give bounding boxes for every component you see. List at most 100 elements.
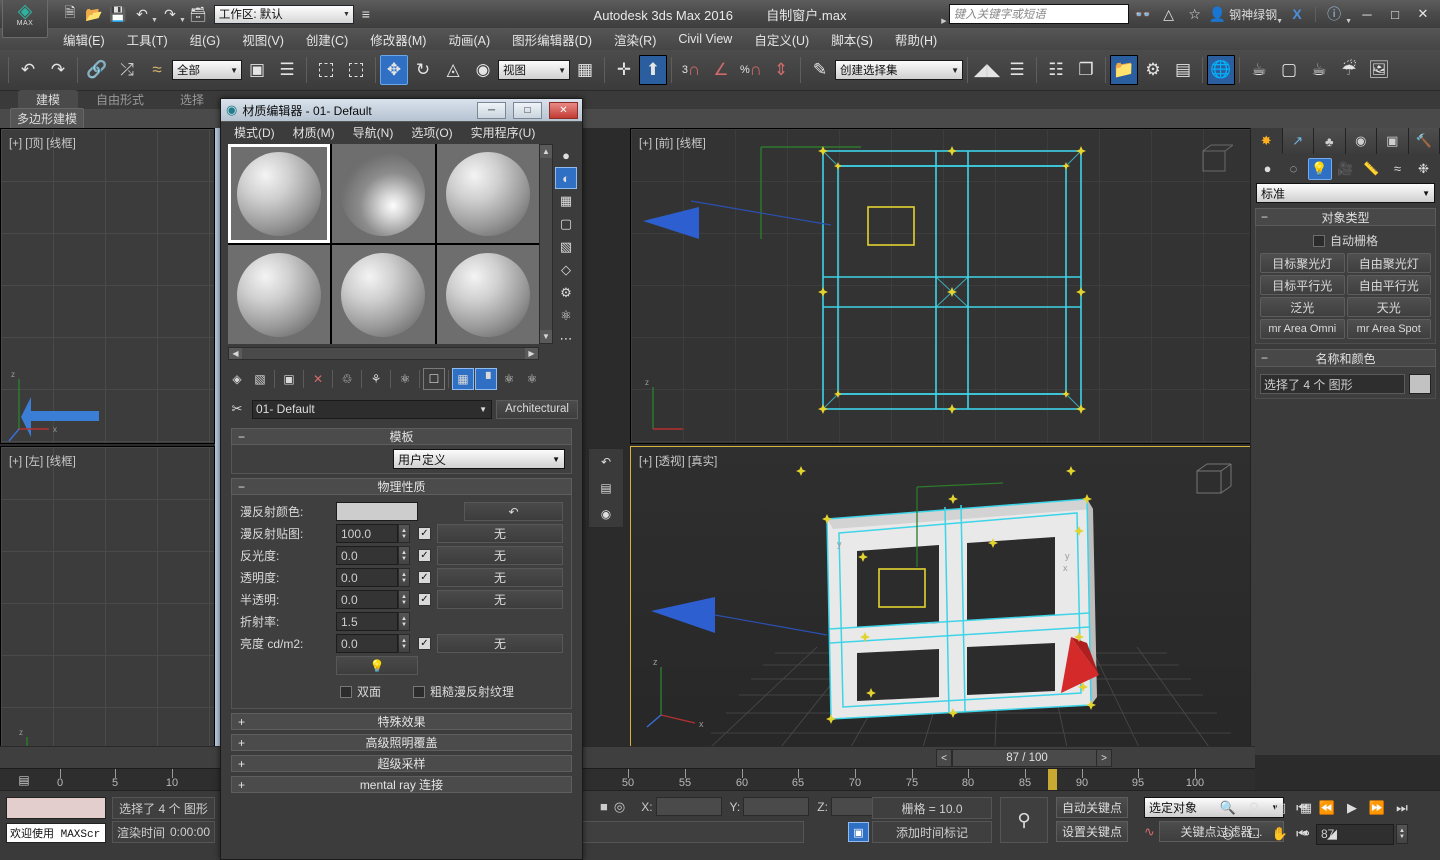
luminance-checkbox[interactable]: ✓ — [418, 637, 431, 650]
translucency-spinner[interactable]: 0.0 ▲ ▼ — [336, 590, 410, 609]
diffuse-color-swatch[interactable] — [336, 502, 418, 521]
material-slot-6[interactable] — [436, 245, 539, 344]
menu-item-customize[interactable]: 自定义(U) — [743, 28, 820, 51]
binoculars-icon[interactable]: 👓 — [1132, 3, 1154, 25]
scroll-right-icon[interactable]: ▶ — [525, 348, 538, 359]
viewport-top[interactable]: z x [+] [顶] [线框] — [0, 128, 215, 444]
mini-layout-icon[interactable]: ▤ — [589, 475, 623, 501]
ribbon-tab-modeling[interactable]: 建模 — [18, 90, 79, 109]
key-mode-toggle-icon[interactable]: ⚲ — [1000, 797, 1048, 843]
menu-item-graph-editors[interactable]: 图形编辑器(D) — [501, 28, 603, 51]
absolute-relative-transform-icon[interactable]: ◎ — [614, 799, 625, 815]
select-by-name-icon[interactable]: ☰ — [272, 54, 302, 86]
diffuse-map-checkbox[interactable]: ✓ — [418, 527, 431, 540]
reset-map-icon[interactable]: ✕ — [307, 368, 329, 390]
exchange-app-store-icon[interactable]: X — [1286, 3, 1308, 25]
material-editor-maximize-button[interactable]: □ — [513, 101, 542, 119]
material-type-button[interactable]: Architectural — [496, 399, 578, 419]
viewport-left[interactable]: z x [+] [左] [线框] — [0, 446, 215, 790]
view-cube-front[interactable] — [1199, 143, 1234, 177]
workspace-selector[interactable]: 工作区: 默认 ▼ — [213, 4, 354, 24]
view-cube-perspective[interactable] — [1193, 461, 1233, 501]
mr-area-omni-button[interactable]: mr Area Omni — [1260, 319, 1345, 339]
mirror-icon[interactable]: ◢◣ — [972, 54, 1002, 86]
maximize-viewport-icon[interactable]: ◢ — [1320, 823, 1344, 845]
material-slot-5[interactable] — [332, 245, 435, 344]
material-slot-3[interactable] — [436, 144, 539, 243]
hierarchy-tab[interactable]: ♣ — [1314, 128, 1346, 154]
me-menu-navigation[interactable]: 导航(N) — [344, 124, 403, 141]
previous-frame-icon[interactable]: ⏪ — [1315, 797, 1339, 819]
help-dropdown-icon[interactable]: ▼ — [1345, 18, 1352, 25]
render-in-cloud-icon[interactable]: 🖼 — [1364, 54, 1394, 86]
workspace-menu-icon[interactable]: ≡ — [355, 3, 377, 25]
me-menu-options[interactable]: 选项(O) — [402, 124, 461, 141]
lights-icon[interactable]: 💡 — [1307, 157, 1332, 180]
named-selection-set-combo[interactable]: 创建选择集 ▼ — [835, 60, 963, 80]
cameras-icon[interactable]: 🎥 — [1334, 158, 1358, 180]
mini-undo-icon[interactable]: ↶ — [589, 449, 623, 475]
redo-toolbar-icon[interactable]: ↷ — [43, 54, 73, 86]
favorites-star-icon[interactable]: ☆ — [1184, 3, 1206, 25]
key-filter-curve-icon[interactable]: ∿ — [1144, 824, 1155, 840]
selection-filter-combo[interactable]: 全部 ▼ — [172, 60, 242, 80]
skylight-button[interactable]: 天光 — [1346, 297, 1431, 317]
utilities-tab[interactable]: 🔨 — [1408, 128, 1440, 154]
physical-rollout-header[interactable]: − 物理性质 — [231, 478, 572, 495]
object-type-header[interactable]: − 对象类型 — [1255, 208, 1436, 226]
omni-button[interactable]: 泛光 — [1260, 297, 1345, 317]
free-direct-button[interactable]: 自由平行光 — [1346, 275, 1431, 295]
zoom-all-icon[interactable]: ⚲ — [1242, 797, 1266, 819]
material-editor-minimize-button[interactable]: ─ — [477, 101, 506, 119]
options-icon[interactable]: ⚙ — [555, 282, 577, 304]
systems-icon[interactable]: ❉ — [1412, 158, 1436, 180]
me-menu-mode[interactable]: 模式(D) — [225, 124, 284, 141]
curve-editor-icon[interactable]: ⚙ — [1138, 54, 1168, 86]
next-frame-arrow[interactable]: > — [1096, 749, 1112, 767]
supersampling-header[interactable]: + 超级采样 — [231, 755, 572, 772]
light-subcategory-combo[interactable]: 标准 ▼ — [1256, 183, 1435, 203]
object-name-input[interactable]: 选择了 4 个 图形 — [1260, 374, 1405, 394]
make-preview-icon[interactable]: ◇ — [555, 259, 577, 281]
maxscript-mini-listener[interactable]: 欢迎使用 MAXScr — [6, 823, 106, 843]
template-rollout-header[interactable]: − 模板 — [231, 428, 572, 445]
search-input[interactable]: 键入关键字或短语 — [948, 4, 1129, 24]
next-frame-icon[interactable]: ⏩ — [1365, 797, 1389, 819]
menu-item-tools[interactable]: 工具(T) — [116, 28, 179, 51]
spinner-arrows-icon[interactable]: ▲ ▼ — [398, 524, 410, 543]
diffuse-color-reset-button[interactable]: ↶ — [464, 502, 563, 521]
menu-item-create[interactable]: 创建(C) — [295, 28, 359, 51]
material-effects-id-icon[interactable]: ☐ — [423, 368, 445, 390]
rectangular-selection-region-icon[interactable] — [311, 54, 341, 86]
maximize-button[interactable]: □ — [1382, 3, 1408, 25]
angle-snap-toggle-icon[interactable]: ∠ — [706, 54, 736, 86]
menu-item-help[interactable]: 帮助(H) — [884, 28, 948, 51]
set-key-button[interactable]: 设置关键点 — [1056, 821, 1129, 842]
lock-selection-icon[interactable]: ■ — [600, 799, 608, 814]
app-menu-button[interactable]: ◈ MAX — [2, 0, 48, 38]
percent-snap-toggle-icon[interactable]: % ∩ — [736, 54, 766, 86]
put-material-to-scene-icon[interactable]: ▧ — [249, 368, 271, 390]
space-warps-icon[interactable]: ≈ — [1386, 158, 1410, 180]
motion-tab[interactable]: ◉ — [1345, 128, 1377, 154]
raw-diffuse-texture-checkbox[interactable] — [413, 685, 426, 698]
menu-item-edit[interactable]: 编辑(E) — [52, 28, 116, 51]
window-crossing-icon[interactable] — [341, 54, 371, 86]
select-and-manipulate-icon[interactable]: ✛ — [609, 54, 639, 86]
autodesk-360-icon[interactable]: △ — [1158, 3, 1180, 25]
scroll-up-icon[interactable]: ▲ — [540, 145, 552, 158]
viewport-front[interactable]: z [+] [前] [线框] — [630, 128, 1252, 444]
get-material-icon[interactable]: ◈ — [226, 368, 248, 390]
coord-y-input[interactable] — [743, 797, 810, 816]
assign-material-to-selection-icon[interactable]: ▣ — [278, 368, 300, 390]
slots-horizontal-scrollbar[interactable]: ◀ ▶ — [228, 347, 539, 360]
open-file-icon[interactable]: 📂 — [83, 3, 105, 25]
transparency-map-button[interactable]: 无 — [437, 568, 563, 587]
me-menu-material[interactable]: 材质(M) — [284, 124, 344, 141]
redo-dropdown-icon[interactable]: ▼ — [179, 17, 186, 24]
help-icon[interactable]: ⓘ — [1323, 3, 1345, 25]
raw-diffuse-texture-checkbox-row[interactable]: 粗糙漫反射纹理 — [413, 683, 514, 700]
light-preview-button[interactable]: 💡 — [336, 656, 418, 675]
transparency-spinner[interactable]: 0.0 ▲ ▼ — [336, 568, 410, 587]
undo-icon[interactable]: ↶ — [131, 3, 153, 25]
